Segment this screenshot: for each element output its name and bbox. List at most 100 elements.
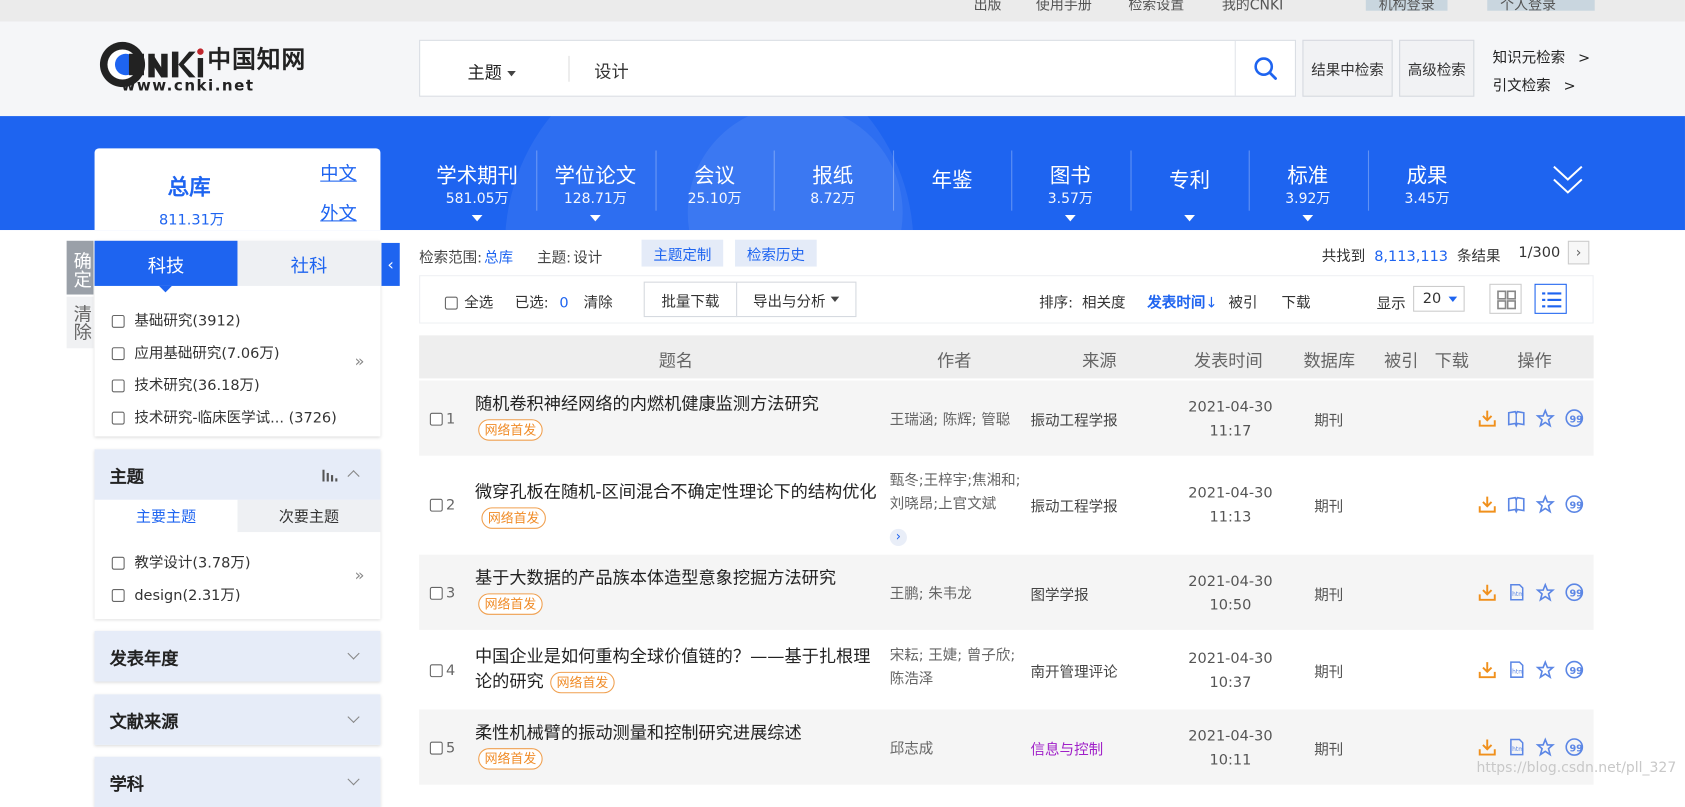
- row-select[interactable]: 2: [429, 497, 455, 514]
- download-icon[interactable]: [1478, 408, 1497, 427]
- article-authors[interactable]: 邱志成: [890, 737, 1021, 761]
- confirm-button[interactable]: 确定: [66, 240, 94, 295]
- cite-icon[interactable]: 99: [1565, 494, 1584, 513]
- tab-sub-topic[interactable]: 次要主题: [237, 499, 381, 533]
- filter-section[interactable]: 学科: [94, 756, 381, 807]
- article-title[interactable]: 基于大数据的产品族本体造型意象挖掘方法研究 网络首发: [475, 565, 883, 615]
- article-source[interactable]: 图学学报: [1031, 583, 1089, 604]
- cite-icon[interactable]: 99: [1565, 408, 1584, 428]
- cnki-logo[interactable]: 中国知网 www.cnki.net: [97, 39, 323, 95]
- topic-checkbox[interactable]: [111, 556, 125, 570]
- nav-item[interactable]: 年鉴: [893, 168, 1011, 194]
- nav-item[interactable]: 报纸 8.72万: [774, 163, 892, 210]
- caret-down-icon[interactable]: [471, 214, 483, 222]
- favorite-icon[interactable]: [1535, 582, 1555, 602]
- tab-social[interactable]: 社科: [237, 240, 381, 286]
- row-select[interactable]: 5: [429, 740, 455, 757]
- nav-item[interactable]: 专利: [1130, 168, 1248, 194]
- nav-item[interactable]: 成果 3.45万: [1368, 163, 1486, 210]
- expand-nav-icon[interactable]: [1552, 163, 1584, 197]
- search-history-button[interactable]: 检索历史: [735, 239, 817, 267]
- top-link-settings[interactable]: 检索设置: [1128, 0, 1184, 14]
- chinese-filter-link[interactable]: 中文: [320, 158, 357, 184]
- article-title[interactable]: 微穿孔板在随机-区间混合不确定性理论下的结构优化网络首发: [475, 479, 883, 529]
- category-item[interactable]: 基础研究(3912): [111, 308, 241, 330]
- download-icon[interactable]: [1478, 583, 1497, 602]
- cite-icon[interactable]: 99: [1565, 737, 1584, 756]
- article-title[interactable]: 中国企业是如何重构全球价值链的？——基于扎根理论的研究 网络首发: [475, 644, 883, 693]
- search-input[interactable]: 设计: [594, 57, 628, 83]
- caret-down-icon[interactable]: [589, 214, 601, 222]
- article-title[interactable]: 随机卷积神经网络的内燃机健康监测方法研究 网络首发: [475, 391, 883, 441]
- row-checkbox[interactable]: [429, 586, 443, 600]
- expand-authors-icon[interactable]: ›: [889, 528, 907, 547]
- select-all-checkbox[interactable]: [444, 296, 458, 310]
- sort-download[interactable]: 下载: [1282, 295, 1311, 312]
- nav-item[interactable]: 图书 3.57万: [1011, 163, 1129, 210]
- favorite-icon[interactable]: [1535, 408, 1555, 428]
- top-link-mycnki[interactable]: 我的CNKI: [1222, 0, 1283, 14]
- favorite-icon[interactable]: [1535, 494, 1555, 514]
- more-icon[interactable]: »: [355, 351, 365, 370]
- cite-icon[interactable]: 99: [1565, 660, 1584, 679]
- category-item[interactable]: 技术研究-临床医学试... (3726): [111, 405, 337, 427]
- article-authors[interactable]: 王鹏; 朱韦龙: [890, 583, 1021, 607]
- citation-search-link[interactable]: 引文检索 >: [1493, 73, 1576, 94]
- search-button[interactable]: [1234, 40, 1296, 96]
- read-online-icon[interactable]: [1507, 408, 1526, 428]
- topic-item[interactable]: design(2.31万): [111, 583, 241, 604]
- caret-down-icon[interactable]: [1184, 214, 1195, 222]
- nav-item[interactable]: 标准 3.92万: [1249, 163, 1367, 210]
- personal-login-button[interactable]: 个人登录: [1487, 0, 1595, 14]
- next-page-button[interactable]: ›: [1567, 240, 1590, 265]
- article-source[interactable]: 信息与控制: [1031, 737, 1104, 759]
- org-login-button[interactable]: 机构登录: [1365, 0, 1448, 14]
- favorite-icon[interactable]: [1535, 737, 1555, 757]
- category-checkbox[interactable]: [111, 411, 125, 425]
- category-checkbox[interactable]: [111, 314, 125, 328]
- clear-selection[interactable]: 清除: [584, 295, 613, 312]
- sort-cited[interactable]: 被引: [1229, 295, 1258, 312]
- article-authors[interactable]: 宋耘; 王婕; 曾子欣; 陈浩泽: [890, 644, 1021, 691]
- nav-item[interactable]: 学位论文 128.71万: [536, 163, 654, 210]
- filter-section[interactable]: 发表年度: [94, 630, 381, 682]
- caret-down-icon[interactable]: [1302, 214, 1314, 222]
- nav-item[interactable]: 学术期刊 581.05万: [418, 163, 536, 210]
- filter-section[interactable]: 文献来源: [94, 694, 381, 745]
- foreign-filter-link[interactable]: 外文: [320, 198, 357, 224]
- read-online-icon[interactable]: [1507, 494, 1526, 514]
- category-checkbox[interactable]: [111, 379, 125, 393]
- row-select[interactable]: 4: [429, 662, 455, 679]
- page-size-select[interactable]: 20: [1413, 285, 1465, 312]
- collapse-sidebar-button[interactable]: ‹: [381, 242, 400, 286]
- article-authors[interactable]: 王瑞涵; 陈辉; 管聪: [890, 408, 1021, 432]
- knowledge-search-link[interactable]: 知识元检索 >: [1493, 45, 1591, 66]
- article-title[interactable]: 柔性机械臂的振动测量和控制研究进展综述 网络首发: [475, 720, 883, 770]
- total-library-title[interactable]: 总库: [168, 170, 211, 201]
- download-icon[interactable]: [1478, 660, 1497, 679]
- html-read-icon[interactable]: htm: [1507, 737, 1526, 756]
- clear-button[interactable]: 清除: [66, 296, 94, 349]
- article-authors[interactable]: 甄冬;王梓宇;焦湘和;刘晓昂;上官文斌: [890, 469, 1021, 516]
- nav-item[interactable]: 会议 25.10万: [656, 163, 774, 210]
- category-item[interactable]: 应用基础研究(7.06万): [111, 341, 280, 362]
- search-within-button[interactable]: 结果中检索: [1302, 39, 1393, 97]
- topic-header[interactable]: 主题: [94, 449, 381, 500]
- category-checkbox[interactable]: [111, 347, 125, 361]
- article-source[interactable]: 南开管理评论: [1031, 660, 1118, 681]
- download-icon[interactable]: [1478, 737, 1497, 756]
- article-source[interactable]: 振动工程学报: [1031, 408, 1118, 430]
- download-icon[interactable]: [1478, 494, 1497, 513]
- favorite-icon[interactable]: [1535, 659, 1555, 680]
- export-analysis-button[interactable]: 导出与分析: [736, 281, 857, 318]
- article-source[interactable]: 振动工程学报: [1031, 494, 1118, 516]
- row-checkbox[interactable]: [429, 741, 443, 755]
- row-checkbox[interactable]: [429, 664, 443, 678]
- topic-item[interactable]: 教学设计(3.78万): [111, 550, 251, 572]
- chart-icon[interactable]: [322, 469, 338, 482]
- search-field-select[interactable]: 主题: [467, 58, 516, 84]
- batch-download-button[interactable]: 批量下载: [643, 281, 738, 318]
- tab-science[interactable]: 科技: [94, 240, 238, 286]
- grid-view-button[interactable]: [1489, 283, 1522, 314]
- category-item[interactable]: 技术研究(36.18万): [111, 373, 260, 394]
